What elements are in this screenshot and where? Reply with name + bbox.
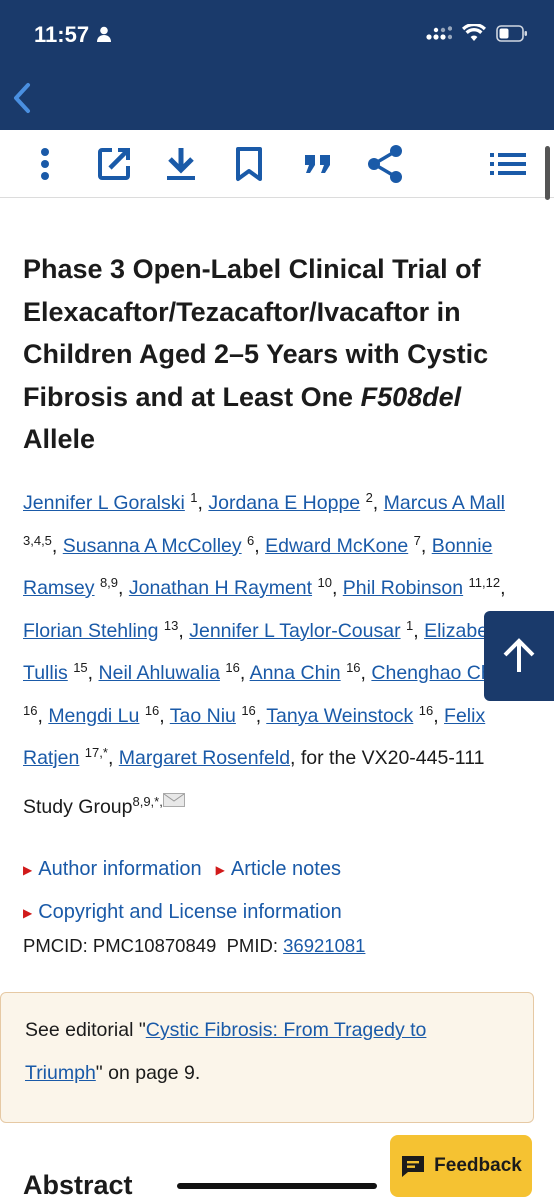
study-group-affiliation: 8,9,*, xyxy=(132,793,163,809)
article-toolbar xyxy=(0,130,554,198)
author-link[interactable]: Tao Niu xyxy=(170,705,236,727)
author-affiliation: 1 xyxy=(406,617,414,633)
author-link[interactable]: Neil Ahluwalia xyxy=(99,662,220,684)
author-link[interactable]: Jordana E Hoppe xyxy=(208,492,360,514)
article-ids: PMCID: PMC10870849 PMID: 36921081 xyxy=(23,935,365,957)
author-link[interactable]: Florian Stehling xyxy=(23,620,159,642)
more-vertical-icon[interactable] xyxy=(23,142,67,186)
expand-triangle-icon: ▶ xyxy=(23,905,33,920)
author-link[interactable]: Edward McKone xyxy=(265,535,408,557)
person-icon xyxy=(97,26,111,47)
editorial-text: See editorial "Cystic Fibrosis: From Tra… xyxy=(25,1009,495,1095)
mail-icon[interactable] xyxy=(162,780,185,807)
author-affiliation: 16 xyxy=(23,702,38,718)
author-affiliation: 16 xyxy=(418,702,434,718)
chevron-left-icon xyxy=(14,83,30,113)
article-info-links: ▶ Author information ▶ Article notes ▶ C… xyxy=(23,848,342,934)
pmcid-label: PMCID: xyxy=(23,935,88,956)
editorial-notice: See editorial "Cystic Fibrosis: From Tra… xyxy=(0,992,534,1123)
author-affiliation: 10 xyxy=(317,575,332,590)
author-link[interactable]: Jennifer L Taylor-Cousar xyxy=(189,620,400,642)
contents-list-icon[interactable] xyxy=(486,142,530,186)
back-button[interactable] xyxy=(8,80,36,116)
bookmark-icon[interactable] xyxy=(227,142,271,186)
article-notes-link[interactable]: Article notes xyxy=(231,858,341,881)
abstract-heading: Abstract xyxy=(23,1170,133,1200)
app-header: 11:57 xyxy=(0,0,554,130)
copyright-license-link[interactable]: Copyright and License information xyxy=(38,901,342,924)
open-external-icon[interactable] xyxy=(92,142,136,186)
editorial-suffix: " on page 9. xyxy=(95,1062,201,1084)
cellular-signal-icon xyxy=(426,25,453,46)
author-link[interactable]: Mengdi Lu xyxy=(48,705,139,727)
author-affiliation: 15 xyxy=(73,660,88,675)
expand-triangle-icon: ▶ xyxy=(23,862,33,877)
author-link[interactable]: Tanya Weinstock xyxy=(266,705,413,727)
title-end: Allele xyxy=(23,424,96,454)
battery-icon xyxy=(496,24,528,47)
author-link[interactable]: Margaret Rosenfeld xyxy=(119,747,290,769)
pmid-label: PMID: xyxy=(226,935,278,956)
author-affiliation: 2 xyxy=(365,490,373,505)
download-icon[interactable] xyxy=(159,142,203,186)
expand-triangle-icon: ▶ xyxy=(215,862,225,877)
article-title: Phase 3 Open-Label Clinical Trial of Ele… xyxy=(23,248,533,461)
author-information-link[interactable]: Author information xyxy=(38,858,201,881)
arrow-up-icon xyxy=(503,638,535,672)
author-affiliation: 7 xyxy=(413,532,421,548)
author-affiliation: 8,9 xyxy=(99,575,119,590)
status-time: 11:57 xyxy=(34,22,90,47)
author-affiliation: 17,* xyxy=(84,745,108,760)
feedback-icon xyxy=(402,1156,425,1177)
author-affiliation: 16 xyxy=(225,660,240,675)
author-affiliation: 13 xyxy=(163,617,179,633)
cite-quote-icon[interactable] xyxy=(296,142,340,186)
title-italic: F508del xyxy=(360,381,462,412)
author-link[interactable]: Jennifer L Goralski xyxy=(23,492,185,514)
author-link[interactable]: Anna Chin xyxy=(250,662,341,684)
pmcid-value: PMC10870849 xyxy=(92,935,217,956)
author-affiliation: 11,12 xyxy=(468,575,501,590)
author-link[interactable]: Jonathan H Rayment xyxy=(129,577,312,599)
scrollbar-thumb[interactable] xyxy=(545,146,550,200)
share-icon[interactable] xyxy=(363,142,407,186)
author-affiliation: 3,4,5 xyxy=(23,532,52,548)
author-link[interactable]: Phil Robinson xyxy=(343,577,463,599)
author-affiliation: 16 xyxy=(346,660,361,675)
author-affiliation: 16 xyxy=(144,702,160,718)
editorial-prefix: See editorial " xyxy=(25,1019,146,1041)
feedback-button[interactable]: Feedback xyxy=(390,1135,532,1197)
author-affiliation: 16 xyxy=(241,702,256,718)
author-affiliation: 6 xyxy=(247,532,255,548)
author-link[interactable]: Chenghao Chu xyxy=(371,662,502,684)
wifi-icon xyxy=(462,22,486,47)
author-link[interactable]: Susanna A McColley xyxy=(63,535,242,557)
back-to-top-button[interactable] xyxy=(484,611,554,701)
author-affiliation: 1 xyxy=(190,490,198,505)
status-indicators xyxy=(426,22,528,47)
author-link[interactable]: Marcus A Mall xyxy=(384,492,505,514)
pmid-link[interactable]: 36921081 xyxy=(283,935,365,956)
author-list: Jennifer L Goralski 1, Jordana E Hoppe 2… xyxy=(23,490,506,818)
home-indicator[interactable] xyxy=(177,1183,377,1189)
feedback-label: Feedback xyxy=(434,1155,522,1176)
